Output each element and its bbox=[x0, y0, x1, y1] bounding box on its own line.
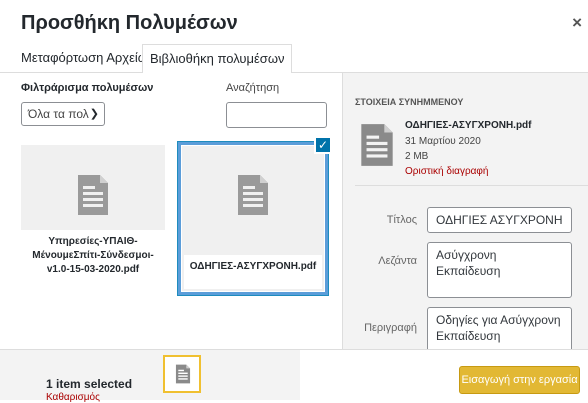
chevron-down-icon: ❯ bbox=[89, 108, 99, 120]
title-label: Τίτλος bbox=[386, 214, 417, 226]
checkmark-icon[interactable]: ✓ bbox=[314, 136, 332, 154]
media-filter-select[interactable]: Όλα τα πολ ❯ bbox=[21, 102, 105, 126]
tab-media-library[interactable]: Βιβλιοθήκη πολυμέσων bbox=[142, 44, 293, 74]
document-icon bbox=[238, 175, 268, 215]
attachment-filename: ΟΔΗΓΙΕΣ-ΑΣΥΓΧΡΟΝΗ.pdf bbox=[184, 255, 322, 289]
details-date: 31 Μαρτίου 2020 bbox=[405, 136, 481, 147]
search-input[interactable] bbox=[226, 102, 327, 128]
attachments-browser: Φιλτράρισμα πολυμέσων Αναζήτηση Όλα τα π… bbox=[0, 73, 342, 349]
selected-attachment-thumbnail[interactable] bbox=[163, 355, 201, 393]
details-filename: ΟΔΗΓΙΕΣ-ΑΣΥΓΧΡΟΝΗ.pdf bbox=[405, 120, 532, 131]
attachment-details-sidebar: ΣΤΟΙΧΕΙΑ ΣΥΝΗΜΜΕΝΟΥ ΟΔΗΓΙΕΣ-ΑΣΥΓΧΡΟΝΗ.pd… bbox=[342, 73, 588, 357]
attachment-item[interactable]: Υπηρεσίες-ΥΠΑΙΘ-ΜένουμεΣπίτι-Σύνδεσμοι-v… bbox=[21, 145, 165, 292]
search-label: Αναζήτηση bbox=[226, 82, 280, 94]
details-filesize: 2 MB bbox=[405, 151, 429, 162]
tab-upload-files[interactable]: Μεταφόρτωση Αρχείων bbox=[14, 44, 161, 71]
selection-count: 1 item selected bbox=[46, 377, 133, 391]
description-label: Περιγραφή bbox=[364, 322, 417, 334]
caption-field[interactable]: Ασύγχρονη Εκπαίδευση bbox=[427, 242, 572, 298]
filter-label: Φιλτράρισμα πολυμέσων bbox=[21, 82, 154, 94]
tab-bar: Μεταφόρτωση Αρχείων Βιβλιοθήκη πολυμέσων bbox=[0, 44, 588, 74]
modal-title: Προσθήκη Πολυμέσων bbox=[21, 12, 238, 34]
selection-panel bbox=[0, 350, 300, 400]
clear-selection-link[interactable]: Καθαρισμός bbox=[46, 392, 100, 403]
details-heading: ΣΤΟΙΧΕΙΑ ΣΥΝΗΜΜΕΝΟΥ bbox=[355, 97, 464, 107]
document-icon bbox=[78, 175, 108, 215]
close-icon[interactable]: × bbox=[572, 13, 582, 33]
attachment-item-selected[interactable]: ΟΔΗΓΙΕΣ-ΑΣΥΓΧΡΟΝΗ.pdf bbox=[178, 142, 328, 295]
media-toolbar-footer: 1 item selected Καθαρισμός Εισαγωγή στην… bbox=[0, 349, 588, 403]
attachment-filename: Υπηρεσίες-ΥΠΑΙΘ-ΜένουμεΣπίτι-Σύνδεσμοι-v… bbox=[21, 230, 165, 292]
caption-label: Λεζάντα bbox=[378, 255, 417, 267]
document-icon bbox=[361, 124, 393, 166]
title-field[interactable]: ΟΔΗΓΙΕΣ ΑΣΥΓΧΡΟΝΗ bbox=[427, 207, 572, 233]
media-modal: Προσθήκη Πολυμέσων × Μεταφόρτωση Αρχείων… bbox=[0, 0, 588, 403]
divider bbox=[355, 185, 588, 186]
document-icon bbox=[175, 364, 191, 384]
insert-into-post-button[interactable]: Εισαγωγή στην εργασία bbox=[459, 366, 580, 394]
delete-permanently-link[interactable]: Οριστική διαγραφή bbox=[405, 166, 488, 177]
media-filter-value: Όλα τα πολ bbox=[28, 107, 89, 121]
